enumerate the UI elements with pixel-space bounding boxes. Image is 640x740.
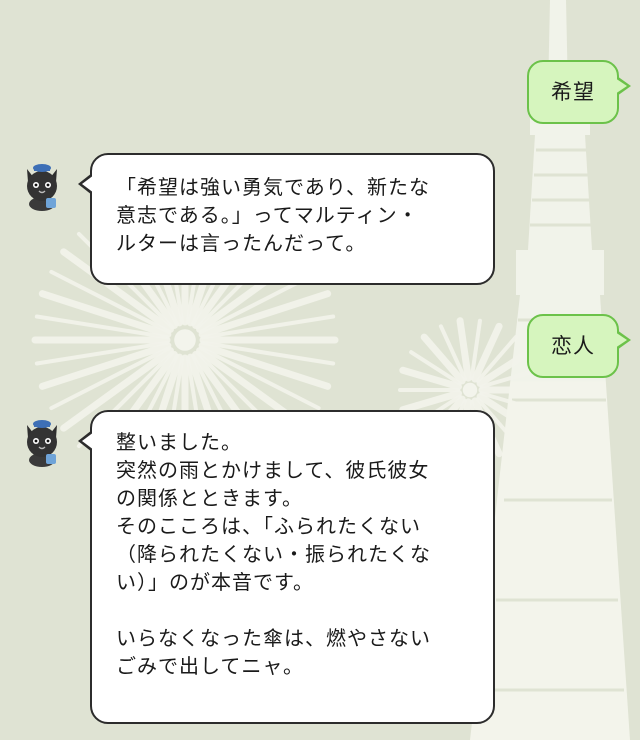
message-text-line: 希望 — [551, 80, 595, 104]
black-cat-mascot-icon[interactable] — [18, 416, 66, 468]
message-text-line: 整いました。 — [116, 430, 242, 454]
message-text-line: ごみで出してニャ。 — [116, 654, 304, 678]
message-text-line: （降られたくない・振られたくな — [116, 542, 431, 566]
chat-area[interactable]: 希望 「希望は強い勇気であり、新たな 意志である。」ってマルティン・ ルターは言… — [0, 0, 640, 740]
message-text-line: い）」のが本音です。 — [116, 570, 314, 594]
message-text-line — [116, 596, 493, 624]
outgoing-message-bubble[interactable]: 恋人 — [527, 314, 631, 378]
message-text-line: 意志である。」ってマルティン・ — [116, 203, 419, 227]
outgoing-message-bubble[interactable]: 希望 — [527, 60, 631, 124]
message-text-line: の関係とときます。 — [116, 486, 303, 510]
message-text-line: ルターは言ったんだって。 — [116, 231, 367, 255]
message-text-line: 恋人 — [551, 334, 595, 358]
incoming-message-bubble[interactable]: 整いました。 突然の雨とかけまして、彼氏彼女 の関係とときます。 そのこころは、… — [78, 410, 495, 724]
message-text-line: 「希望は強い勇気であり、新たな — [116, 175, 430, 199]
message-text-line: 突然の雨とかけまして、彼氏彼女 — [116, 458, 430, 482]
black-cat-mascot-icon[interactable] — [18, 160, 66, 212]
incoming-message-bubble[interactable]: 「希望は強い勇気であり、新たな 意志である。」ってマルティン・ ルターは言ったん… — [78, 153, 495, 285]
message-text-line: いらなくなった傘は、燃やさない — [116, 626, 431, 650]
message-text-line: そのこころは、「ふられたくない — [116, 514, 421, 538]
